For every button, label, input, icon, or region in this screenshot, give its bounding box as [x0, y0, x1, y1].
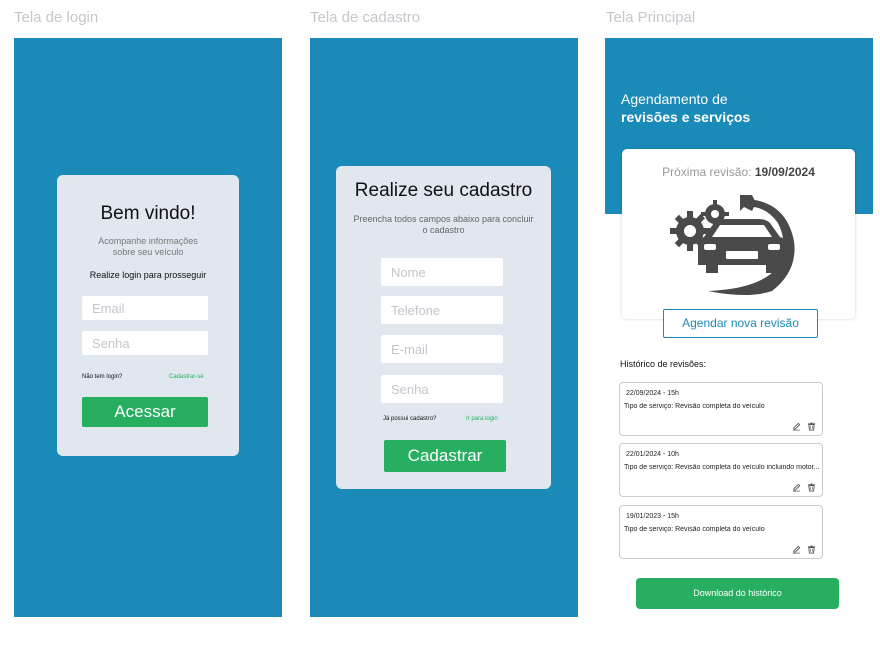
history-item[interactable]: 19/01/2023 - 15h Tipo de serviço: Revisã… — [619, 505, 823, 559]
cadastro-card: Realize seu cadastro Preencha todos camp… — [336, 166, 551, 489]
register-button[interactable]: Cadastrar — [384, 440, 506, 472]
login-heading: Bem vindo! — [100, 203, 196, 224]
principal-screen: Agendamento de revisões e serviços Próxi… — [605, 38, 873, 617]
download-history-button[interactable]: Download do histórico — [636, 578, 839, 609]
next-revision-label: Próxima revisão: — [662, 165, 752, 179]
register-link[interactable]: Cadastrar-se — [169, 374, 204, 380]
next-revision-text: Próxima revisão: 19/09/2024 — [622, 165, 855, 179]
car-service-illustration — [670, 195, 795, 295]
header-title-line2: revisões e serviços — [621, 109, 751, 125]
has-account-text: Já possui cadastro? — [383, 416, 437, 422]
history-description: Tipo de serviço: Revisão completa do veí… — [624, 403, 765, 410]
history-date: 19/01/2023 - 15h — [626, 513, 679, 520]
edit-icon[interactable] — [792, 483, 801, 492]
next-revision-date: 19/09/2024 — [754, 165, 815, 179]
edit-icon[interactable] — [792, 545, 801, 554]
password-field[interactable]: Senha — [82, 331, 208, 355]
cadastro-screen: Realize seu cadastro Preencha todos camp… — [310, 38, 578, 617]
cadastro-heading: Realize seu cadastro — [354, 180, 533, 201]
login-button[interactable]: Acessar — [82, 397, 208, 427]
history-item[interactable]: 22/01/2024 - 10h Tipo de serviço: Revisã… — [619, 443, 823, 497]
principal-screen-title: Tela Principal — [606, 9, 696, 26]
history-description: Tipo de serviço: Revisão completa do veí… — [624, 526, 765, 533]
header-title-line1: Agendamento de — [621, 91, 728, 107]
history-item[interactable]: 22/09/2024 - 15h Tipo de serviço: Revisã… — [619, 382, 823, 436]
login-card: Bem vindo! Acompanhe informações sobre s… — [57, 175, 239, 456]
no-login-text: Não tem login? — [82, 374, 123, 380]
history-description: Tipo de serviço: Revisão completa do veí… — [624, 464, 820, 471]
phone-field[interactable]: Telefone — [381, 296, 503, 324]
car-icon — [698, 219, 786, 273]
history-date: 22/09/2024 - 15h — [626, 390, 679, 397]
next-revision-card: Próxima revisão: 19/09/2024 — [622, 149, 855, 319]
trash-icon[interactable] — [807, 545, 816, 554]
history-title: Histórico de revisões: — [620, 359, 707, 369]
login-screen: Bem vindo! Acompanhe informações sobre s… — [14, 38, 282, 617]
login-subtitle: Acompanhe informações sobre seu veículo — [98, 236, 198, 257]
login-prompt: Realize login para prosseguir — [89, 270, 207, 280]
login-screen-title: Tela de login — [14, 9, 99, 26]
cadastro-screen-title: Tela de cadastro — [310, 9, 421, 26]
edit-icon[interactable] — [792, 422, 801, 431]
schedule-revision-button[interactable]: Agendar nova revisão — [663, 309, 818, 338]
trash-icon[interactable] — [807, 483, 816, 492]
password-field[interactable]: Senha — [381, 375, 503, 403]
trash-icon[interactable] — [807, 422, 816, 431]
email-field[interactable]: Email — [82, 296, 208, 320]
name-field[interactable]: Nome — [381, 258, 503, 286]
cadastro-subtitle: Preencha todos campos abaixo para conclu… — [353, 214, 534, 235]
history-date: 22/01/2024 - 10h — [626, 451, 679, 458]
email-field[interactable]: E-mail — [381, 335, 503, 363]
go-to-login-link[interactable]: Ir para login — [466, 416, 498, 422]
